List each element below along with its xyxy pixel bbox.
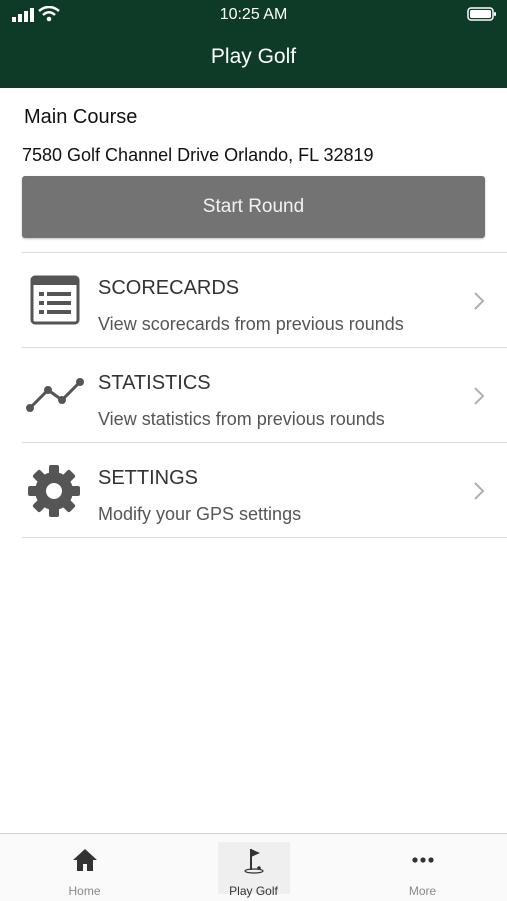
divider — [22, 537, 507, 538]
menu-item-subtitle: View statistics from previous rounds — [98, 409, 385, 429]
tab-home[interactable]: Home — [0, 834, 169, 901]
menu-item-title: SCORECARDS — [98, 277, 240, 299]
menu-item-settings[interactable]: SETTINGS Modify your GPS settings — [22, 443, 507, 538]
chevron-right-icon — [474, 482, 485, 500]
tab-more[interactable]: More — [338, 834, 507, 901]
home-icon — [72, 849, 97, 871]
golf-flag-icon — [243, 849, 264, 874]
tab-label: Home — [68, 884, 101, 898]
scorecard-icon — [30, 275, 80, 325]
gear-icon — [28, 465, 80, 517]
tab-bar: Home Play Golf More — [0, 833, 507, 901]
course-name: Main Course — [24, 106, 138, 128]
menu-item-statistics[interactable]: STATISTICS View statistics from previous… — [22, 348, 507, 443]
page-title: Play Golf — [210, 45, 297, 68]
tab-label: Play Golf — [229, 884, 278, 898]
chevron-right-icon — [474, 292, 485, 310]
tab-play-golf[interactable]: Play Golf — [169, 834, 338, 901]
status-bar: 10:25 AM — [0, 0, 507, 30]
start-round-button[interactable]: Start Round — [22, 176, 485, 238]
status-time: 10:25 AM — [219, 6, 288, 23]
course-address: 7580 Golf Channel Drive Orlando, FL 3281… — [22, 145, 374, 165]
menu-item-subtitle: View scorecards from previous rounds — [98, 314, 404, 334]
more-icon — [411, 857, 434, 863]
menu-item-scorecards[interactable]: SCORECARDS View scorecards from previous… — [22, 253, 507, 348]
menu-item-subtitle: Modify your GPS settings — [98, 504, 302, 524]
menu-item-title: STATISTICS — [98, 372, 211, 394]
menu-item-title: SETTINGS — [98, 467, 199, 489]
app-header: 10:25 AM Play Golf — [0, 0, 507, 88]
line-chart-icon — [26, 378, 84, 412]
battery-icon — [467, 7, 496, 21]
tab-label: More — [408, 884, 437, 898]
chevron-right-icon — [474, 387, 485, 405]
